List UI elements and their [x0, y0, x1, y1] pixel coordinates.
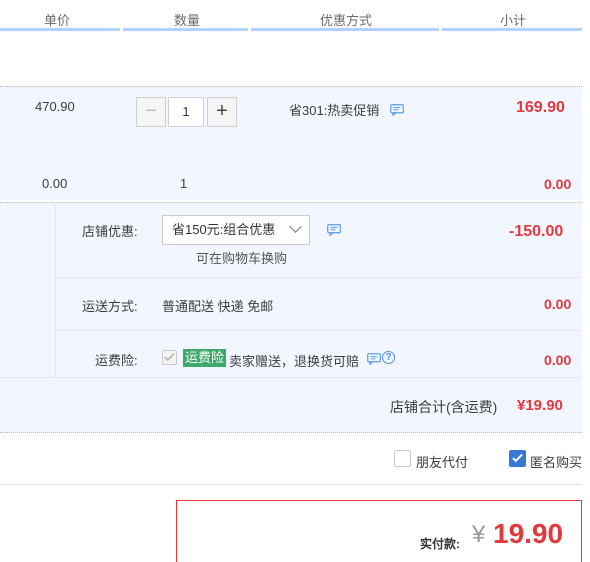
anonymous-purchase-checkbox[interactable]	[509, 450, 526, 467]
item-subtotal: 169.90	[516, 99, 565, 116]
section-divider	[0, 484, 582, 485]
header-divider	[251, 28, 439, 31]
row-divider	[56, 277, 582, 278]
friend-pay-label[interactable]: 朋友代付	[416, 452, 468, 471]
shop-total-label: 店铺合计(含运费)	[390, 399, 498, 415]
shipping-amount: 0.00	[544, 296, 572, 312]
row-divider	[56, 330, 582, 331]
header-divider	[442, 28, 582, 31]
shipping-method-label: 运送方式:	[82, 299, 138, 314]
shop-discount-selected: 省150元:组合优惠	[172, 222, 276, 237]
insurance-amount: 0.00	[544, 352, 572, 368]
currency-symbol: ¥	[472, 521, 486, 548]
friend-pay-checkbox[interactable]	[394, 450, 411, 467]
shop-discount-select[interactable]: 省150元:组合优惠	[162, 215, 310, 245]
shop-discount-label: 店铺优惠:	[82, 224, 138, 239]
insurance-description: 卖家赠送，退换货可赔	[229, 354, 360, 369]
item-unit-price: 470.90	[35, 99, 75, 114]
payment-label: 实付款:	[420, 537, 460, 551]
shop-total-amount: ¥19.90	[517, 397, 563, 414]
header-divider	[123, 28, 248, 31]
increase-quantity-button[interactable]: +	[207, 97, 237, 127]
row-divider	[0, 377, 582, 378]
insurance-checkbox	[162, 350, 177, 365]
chevron-down-icon	[289, 220, 302, 233]
gift-quantity: 1	[180, 176, 188, 191]
shipping-method-value: 普通配送 快递 免邮	[162, 299, 274, 314]
column-header-promotion: 优惠方式	[320, 13, 373, 28]
shipping-insurance-label: 运费险:	[95, 353, 138, 368]
column-header-unit-price: 单价	[44, 13, 71, 28]
header-divider	[0, 28, 120, 31]
shop-left-column	[0, 202, 56, 377]
quantity-input[interactable]: 1	[168, 97, 204, 127]
gift-subtotal: 0.00	[544, 176, 572, 192]
insurance-tag: 运费险	[183, 349, 227, 367]
table-header: 单价 数量 优惠方式 小计	[0, 0, 590, 32]
payment-amount: 19.90	[493, 518, 564, 549]
gift-unit-price: 0.00	[42, 176, 68, 191]
column-header-subtotal: 小计	[500, 13, 527, 28]
anonymous-purchase-label[interactable]: 匿名购买	[530, 452, 582, 471]
column-header-quantity: 数量	[174, 13, 201, 28]
shop-discount-note: 可在购物车换购	[196, 251, 288, 266]
decrease-quantity-button[interactable]: −	[136, 97, 166, 127]
item-promotion: 省301:热卖促销	[289, 103, 380, 118]
message-icon[interactable]	[390, 104, 404, 116]
message-icon[interactable]	[327, 224, 341, 236]
help-icon[interactable]: ?	[382, 351, 395, 364]
message-icon[interactable]	[367, 353, 381, 365]
shop-discount-amount: -150.00	[509, 223, 564, 240]
